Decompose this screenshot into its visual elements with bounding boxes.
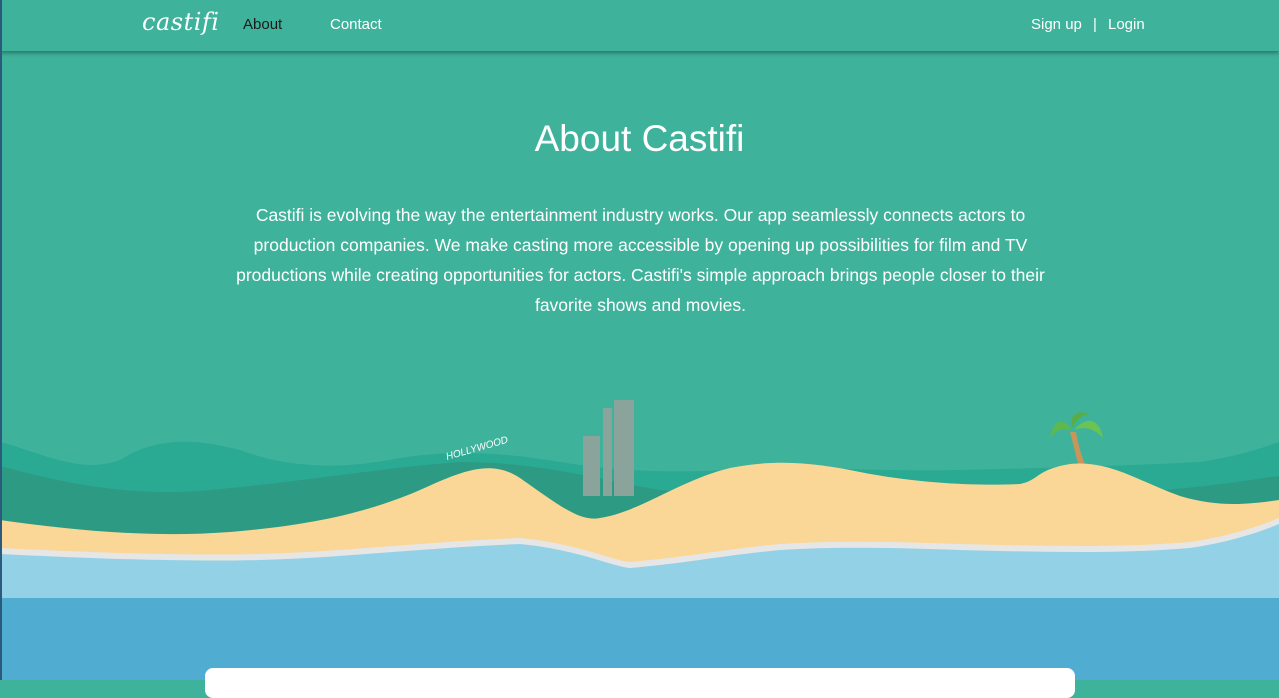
page-title: About Castifi bbox=[534, 118, 745, 159]
palm-leaf bbox=[1074, 420, 1103, 438]
window-edge bbox=[0, 0, 2, 680]
navbar: castifi About Contact Sign up | Login bbox=[0, 0, 1279, 51]
nav-link-contact[interactable]: Contact bbox=[330, 16, 382, 33]
building bbox=[614, 400, 634, 496]
login-link[interactable]: Login bbox=[1108, 16, 1145, 33]
nav-separator: | bbox=[1093, 16, 1097, 33]
building bbox=[583, 436, 600, 496]
about-page: castifi About Contact Sign up | Login Ab… bbox=[0, 0, 1279, 698]
palm-trunk bbox=[1070, 432, 1086, 466]
signup-link[interactable]: Sign up bbox=[1031, 16, 1082, 33]
brand-logo[interactable]: castifi bbox=[142, 8, 219, 36]
palm-leaf bbox=[1050, 421, 1072, 438]
about-description: Castifi is evolving the way the entertai… bbox=[236, 205, 1045, 315]
nav-link-about[interactable]: About bbox=[243, 16, 282, 33]
building bbox=[603, 408, 612, 496]
content-card bbox=[205, 668, 1075, 698]
